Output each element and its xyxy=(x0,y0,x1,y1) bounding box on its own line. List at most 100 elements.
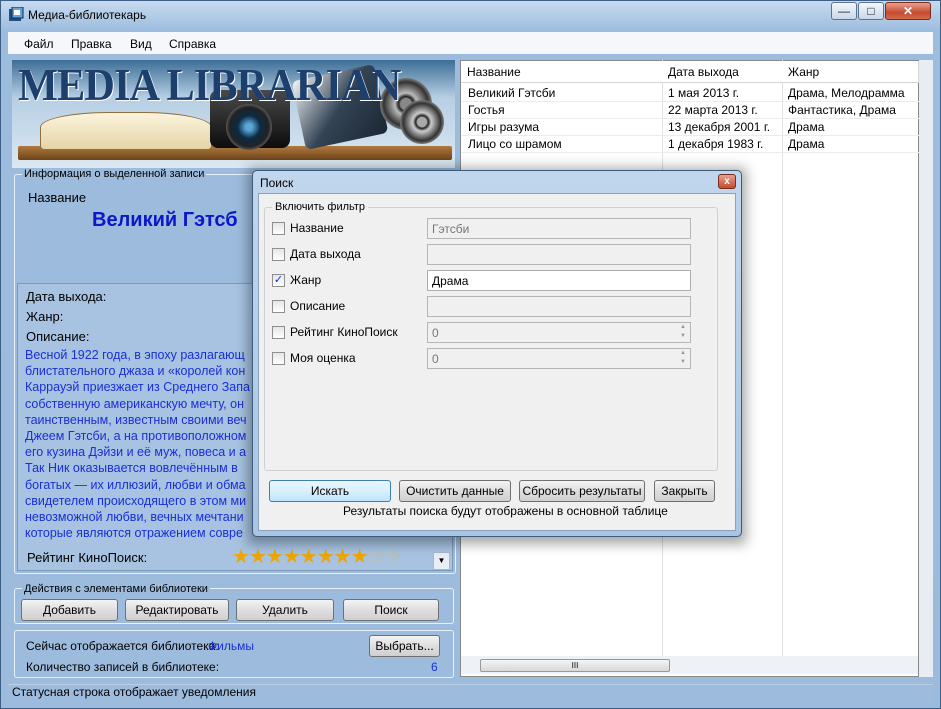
star-icon: ★ xyxy=(265,546,284,568)
horizontal-scroll-thumb[interactable]: III xyxy=(480,659,670,672)
table-cell[interactable]: Великий Гэтсби xyxy=(462,85,662,102)
record-count-value: 6 xyxy=(431,660,438,674)
dialog-title: Поиск xyxy=(260,176,294,190)
window-edge xyxy=(919,60,933,677)
table-cell[interactable]: Фантастика, Драма xyxy=(782,102,919,119)
description-line: таинственным, известным своими веч xyxy=(25,412,247,427)
table-cell[interactable]: 13 декабря 2001 г. xyxy=(662,119,782,136)
filter-description-input[interactable] xyxy=(427,296,691,317)
table-cell[interactable]: Драма xyxy=(782,136,919,153)
window-title: Медиа-библиотекарь xyxy=(28,8,147,22)
filter-title-checkbox[interactable] xyxy=(272,222,285,235)
description-line: свидетелем происходящего в этом ми xyxy=(25,493,247,508)
filter-title-input[interactable]: Гэтсби xyxy=(427,218,691,239)
description-line: богатых — их иллюзий, любви и обма xyxy=(25,477,246,492)
app-icon xyxy=(8,6,24,23)
clear-data-button[interactable]: Очистить данные xyxy=(399,480,511,502)
row-divider xyxy=(461,152,919,153)
star-icon: ☆ xyxy=(367,546,386,568)
star-icon: ★ xyxy=(299,546,318,568)
current-library-label: Сейчас отображается библиотека: xyxy=(26,639,219,653)
selected-title: Великий Гэтсб xyxy=(92,209,238,231)
table-cell[interactable]: 22 марта 2013 г. xyxy=(662,102,782,119)
delete-button[interactable]: Удалить xyxy=(236,599,334,621)
filter-title-label: Название xyxy=(290,221,344,235)
table-cell[interactable]: 1 мая 2013 г. xyxy=(662,85,782,102)
kinopoisk-spin-icon[interactable]: ▲ ▼ xyxy=(676,323,690,342)
filter-genre-checkbox[interactable]: ✓ xyxy=(272,274,285,287)
menu-file[interactable]: Файл xyxy=(24,37,54,51)
row-divider xyxy=(461,118,919,119)
column-header-date[interactable]: Дата выхода xyxy=(662,61,783,83)
star-icon: ★ xyxy=(282,546,301,568)
star-icon: ☆ xyxy=(384,546,402,568)
dialog-note: Результаты поиска будут отображены в осн… xyxy=(343,504,668,518)
filter-genre-label: Жанр xyxy=(290,273,322,287)
filter-group-title: Включить фильтр xyxy=(272,201,369,213)
filter-kinopoisk-checkbox[interactable] xyxy=(272,326,285,339)
description-text: Весной 1922 года, в эпоху разлагающ блис… xyxy=(25,347,255,541)
menu-help[interactable]: Справка xyxy=(169,37,216,51)
info-group-title: Информация о выделенной записи xyxy=(22,168,207,180)
status-text: Статусная строка отображает уведомления xyxy=(12,685,256,699)
rating-label: Рейтинг КиноПоиск: xyxy=(27,550,148,565)
choose-library-button[interactable]: Выбрать... xyxy=(369,635,440,657)
table-cell[interactable]: Гостья xyxy=(462,102,662,119)
filter-my-rating-input[interactable]: 0 xyxy=(427,348,691,369)
close-button[interactable]: ✕ xyxy=(885,2,931,20)
dialog-close-button[interactable]: Закрыть xyxy=(654,480,715,502)
genre-label: Жанр: xyxy=(26,309,64,324)
table-cell[interactable]: Лицо со шрамом xyxy=(462,136,662,153)
column-header-genre[interactable]: Жанр xyxy=(782,61,919,83)
star-icon: ★ xyxy=(350,546,369,568)
description-line: которые являются отражением совре xyxy=(25,526,243,541)
description-line: Джеем Гэтсби, а на противоположном xyxy=(25,429,247,444)
menu-view[interactable]: Вид xyxy=(130,37,152,51)
book-graphic xyxy=(40,112,212,150)
scroll-down-button[interactable]: ▼ xyxy=(433,552,450,570)
dialog-close-icon[interactable]: x xyxy=(718,174,736,189)
table-cell[interactable]: Игры разума xyxy=(462,119,662,136)
actions-group-title: Действия с элементами библиотеки xyxy=(22,583,210,595)
maximize-button[interactable]: □ xyxy=(858,2,884,20)
description-line: его кузина Дэйзи и её муж, повеса и а xyxy=(25,445,247,460)
description-line: блистательного джаза и «королей кон xyxy=(25,364,246,379)
filter-my-rating-label: Моя оценка xyxy=(290,351,356,365)
description-line: Так Ник оказывается вовлечённым в xyxy=(25,461,238,476)
search-button[interactable]: Поиск xyxy=(343,599,439,621)
star-icon: ★ xyxy=(248,546,267,568)
dialog-search-button[interactable]: Искать xyxy=(269,480,391,502)
record-count-label: Количество записей в библиотеке: xyxy=(26,660,220,674)
star-icon: ★ xyxy=(232,546,250,568)
minimize-button[interactable]: — xyxy=(831,2,857,20)
reset-results-button[interactable]: Сбросить результаты xyxy=(519,480,645,502)
my-rating-spin-icon[interactable]: ▲ ▼ xyxy=(676,349,690,368)
film-reel-icon xyxy=(400,100,444,144)
filter-date-input[interactable] xyxy=(427,244,691,265)
date-label: Дата выхода: xyxy=(26,289,107,304)
edit-button[interactable]: Редактировать xyxy=(125,599,229,621)
filter-date-checkbox[interactable] xyxy=(272,248,285,261)
description-line: Весной 1922 года, в эпоху разлагающ xyxy=(25,348,245,362)
filter-kinopoisk-input[interactable]: 0 xyxy=(427,322,691,343)
banner-title: MEDIA LIBRARIAN xyxy=(18,59,401,110)
column-header-title[interactable]: Название xyxy=(461,61,663,83)
row-divider xyxy=(461,101,919,102)
description-label: Описание: xyxy=(26,329,90,344)
filter-description-checkbox[interactable] xyxy=(272,300,285,313)
filter-description-label: Описание xyxy=(290,299,346,313)
filter-genre-input[interactable]: Драма xyxy=(427,270,691,291)
filter-kinopoisk-label: Рейтинг КиноПоиск xyxy=(290,325,398,339)
current-library-value: Фильмы xyxy=(208,639,254,653)
filter-date-label: Дата выхода xyxy=(290,247,361,261)
table-cell[interactable]: Драма xyxy=(782,119,919,136)
menu-edit[interactable]: Правка xyxy=(71,37,112,51)
filter-my-rating-checkbox[interactable] xyxy=(272,352,285,365)
description-line: собственную американскую мечту, он xyxy=(25,396,244,411)
status-bar: Статусная строка отображает уведомления xyxy=(8,684,933,703)
table-cell[interactable]: 1 декабря 1983 г. xyxy=(662,136,782,153)
table-cell[interactable]: Драма, Мелодрамма xyxy=(782,85,919,102)
star-icon: ★ xyxy=(316,546,335,568)
add-button[interactable]: Добавить xyxy=(21,599,118,621)
rating-stars: ★★★★★★★★☆☆ xyxy=(232,544,402,569)
